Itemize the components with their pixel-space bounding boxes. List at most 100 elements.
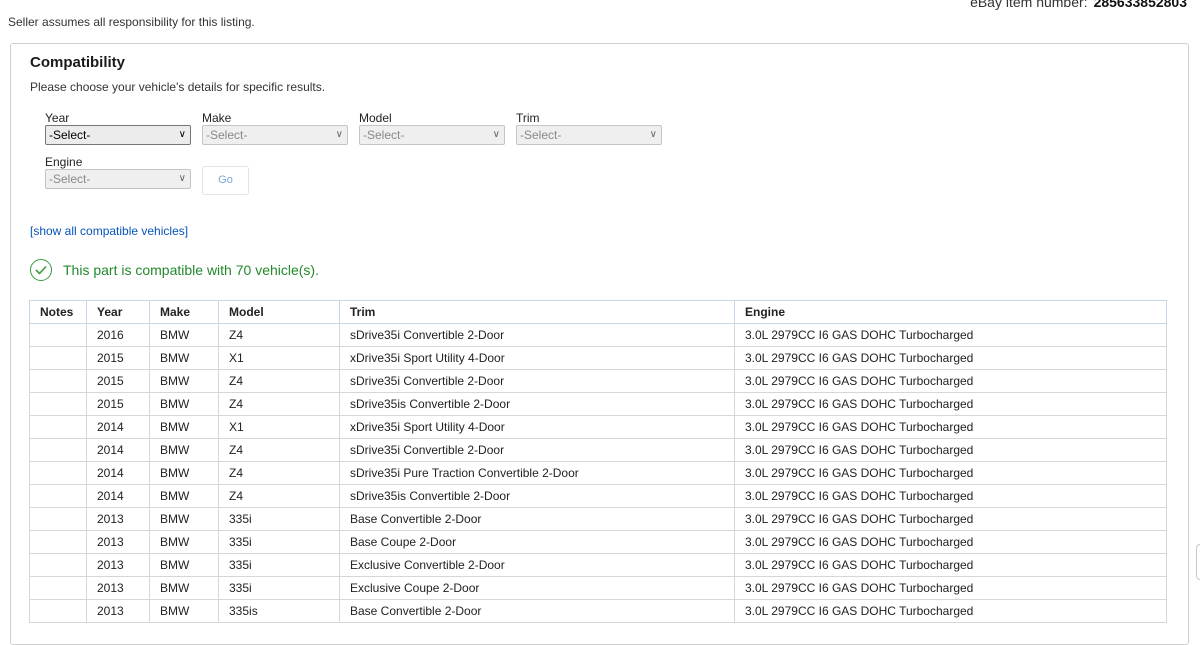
- cell-engine: 3.0L 2979CC I6 GAS DOHC Turbocharged: [734, 415, 1167, 439]
- cell-make: BMW: [149, 392, 219, 416]
- cell-model: Z4: [218, 484, 340, 508]
- compatibility-title: Compatibility: [30, 54, 126, 71]
- column-header-trim[interactable]: Trim: [339, 300, 735, 324]
- year-select-value: -Select-: [49, 128, 91, 142]
- cell-notes: [29, 599, 87, 623]
- cell-year: 2013: [86, 599, 150, 623]
- chevron-down-icon: ∨: [178, 173, 186, 184]
- cell-engine: 3.0L 2979CC I6 GAS DOHC Turbocharged: [734, 438, 1167, 462]
- engine-field: Engine -Select- ∨: [45, 155, 191, 189]
- chevron-down-icon: ∨: [649, 129, 657, 140]
- cell-model: Z4: [218, 438, 340, 462]
- cell-trim: Exclusive Convertible 2-Door: [339, 553, 735, 577]
- cell-engine: 3.0L 2979CC I6 GAS DOHC Turbocharged: [734, 507, 1167, 531]
- column-header-make[interactable]: Make: [149, 300, 219, 324]
- table-row: 2014 BMW X1 xDrive35i Sport Utility 4-Door 3…: [29, 415, 1167, 439]
- cell-notes: [29, 530, 87, 554]
- cell-model: Z4: [218, 392, 340, 416]
- cell-notes: [29, 484, 87, 508]
- cell-notes: [29, 323, 87, 347]
- table-row: 2013 BMW 335i Exclusive Coupe 2-Door 3.0L 29…: [29, 576, 1167, 600]
- cell-year: 2013: [86, 507, 150, 531]
- cell-model: X1: [218, 415, 340, 439]
- chevron-down-icon: ∨: [178, 129, 186, 140]
- cell-trim: Base Convertible 2-Door: [339, 507, 735, 531]
- table-header-row: Notes Year Make Model Trim Engine: [29, 300, 1167, 324]
- cell-notes: [29, 438, 87, 462]
- trim-select[interactable]: -Select- ∨: [516, 125, 662, 145]
- cell-year: 2016: [86, 323, 150, 347]
- cell-year: 2014: [86, 461, 150, 485]
- cell-make: BMW: [149, 553, 219, 577]
- column-header-model[interactable]: Model: [218, 300, 340, 324]
- cell-engine: 3.0L 2979CC I6 GAS DOHC Turbocharged: [734, 461, 1167, 485]
- cell-engine: 3.0L 2979CC I6 GAS DOHC Turbocharged: [734, 599, 1167, 623]
- cell-trim: sDrive35i Convertible 2-Door: [339, 323, 735, 347]
- cell-trim: sDrive35i Convertible 2-Door: [339, 369, 735, 393]
- table-row: 2014 BMW Z4 sDrive35is Convertible 2-Door 3.…: [29, 484, 1167, 508]
- cell-engine: 3.0L 2979CC I6 GAS DOHC Turbocharged: [734, 553, 1167, 577]
- column-header-engine[interactable]: Engine: [734, 300, 1167, 324]
- make-select-value: -Select-: [206, 128, 248, 142]
- cell-make: BMW: [149, 484, 219, 508]
- cell-engine: 3.0L 2979CC I6 GAS DOHC Turbocharged: [734, 346, 1167, 370]
- cell-year: 2014: [86, 415, 150, 439]
- cell-engine: 3.0L 2979CC I6 GAS DOHC Turbocharged: [734, 484, 1167, 508]
- cell-trim: sDrive35i Convertible 2-Door: [339, 438, 735, 462]
- cell-model: Z4: [218, 323, 340, 347]
- cell-trim: sDrive35is Convertible 2-Door: [339, 484, 735, 508]
- cell-model: 335i: [218, 553, 340, 577]
- make-field: Make -Select- ∨: [202, 111, 348, 145]
- compatibility-table-wrapper: Notes Year Make Model Trim Engine 2016 BM…: [29, 300, 1167, 623]
- engine-select[interactable]: -Select- ∨: [45, 169, 191, 189]
- show-all-vehicles-link[interactable]: [show all compatible vehicles]: [30, 224, 188, 238]
- make-select[interactable]: -Select- ∨: [202, 125, 348, 145]
- model-select[interactable]: -Select- ∨: [359, 125, 505, 145]
- make-label: Make: [202, 111, 232, 125]
- cell-trim: sDrive35i Pure Traction Convertible 2-Do…: [339, 461, 735, 485]
- cell-year: 2014: [86, 438, 150, 462]
- seller-note: Seller assumes all responsibility for th…: [8, 15, 255, 29]
- table-row: 2015 BMW X1 xDrive35i Sport Utility 4-Door 3…: [29, 346, 1167, 370]
- column-header-year[interactable]: Year: [86, 300, 150, 324]
- cell-model: 335is: [218, 599, 340, 623]
- compatibility-status: This part is compatible with 70 vehicle(…: [30, 258, 319, 282]
- cell-notes: [29, 346, 87, 370]
- cell-trim: Base Coupe 2-Door: [339, 530, 735, 554]
- trim-field: Trim -Select- ∨: [516, 111, 662, 145]
- cell-year: 2015: [86, 346, 150, 370]
- cell-year: 2013: [86, 530, 150, 554]
- cell-model: Z4: [218, 369, 340, 393]
- cell-make: BMW: [149, 461, 219, 485]
- table-body: 2016 BMW Z4 sDrive35i Convertible 2-Door 3.0…: [29, 323, 1167, 623]
- cell-make: BMW: [149, 438, 219, 462]
- engine-label: Engine: [45, 155, 83, 169]
- cell-make: BMW: [149, 323, 219, 347]
- cell-model: 335i: [218, 507, 340, 531]
- cell-year: 2013: [86, 576, 150, 600]
- table-row: 2016 BMW Z4 sDrive35i Convertible 2-Door 3.0…: [29, 323, 1167, 347]
- trim-select-value: -Select-: [520, 128, 562, 142]
- compatibility-subtitle: Please choose your vehicle's details for…: [30, 80, 326, 94]
- model-field: Model -Select- ∨: [359, 111, 505, 145]
- cell-model: 335i: [218, 530, 340, 554]
- cell-model: Z4: [218, 461, 340, 485]
- check-circle-icon: [30, 259, 52, 281]
- table-row: 2013 BMW 335is Base Convertible 2-Door 3.0L …: [29, 599, 1167, 623]
- table-row: 2013 BMW 335i Exclusive Convertible 2-Door 3…: [29, 553, 1167, 577]
- year-select[interactable]: -Select- ∨: [45, 125, 191, 145]
- go-button[interactable]: Go: [202, 166, 249, 195]
- model-select-value: -Select-: [363, 128, 405, 142]
- cell-engine: 3.0L 2979CC I6 GAS DOHC Turbocharged: [734, 392, 1167, 416]
- item-number-label: eBay item number:: [970, 0, 1088, 10]
- cell-notes: [29, 461, 87, 485]
- cell-make: BMW: [149, 507, 219, 531]
- cell-make: BMW: [149, 369, 219, 393]
- cell-trim: Exclusive Coupe 2-Door: [339, 576, 735, 600]
- compatibility-status-text: This part is compatible with 70 vehicle(…: [63, 262, 319, 278]
- feedback-tab[interactable]: [1196, 544, 1200, 580]
- cell-make: BMW: [149, 576, 219, 600]
- cell-notes: [29, 392, 87, 416]
- column-header-notes[interactable]: Notes: [29, 300, 87, 324]
- compatibility-panel: Compatibility Please choose your vehicle…: [10, 43, 1189, 645]
